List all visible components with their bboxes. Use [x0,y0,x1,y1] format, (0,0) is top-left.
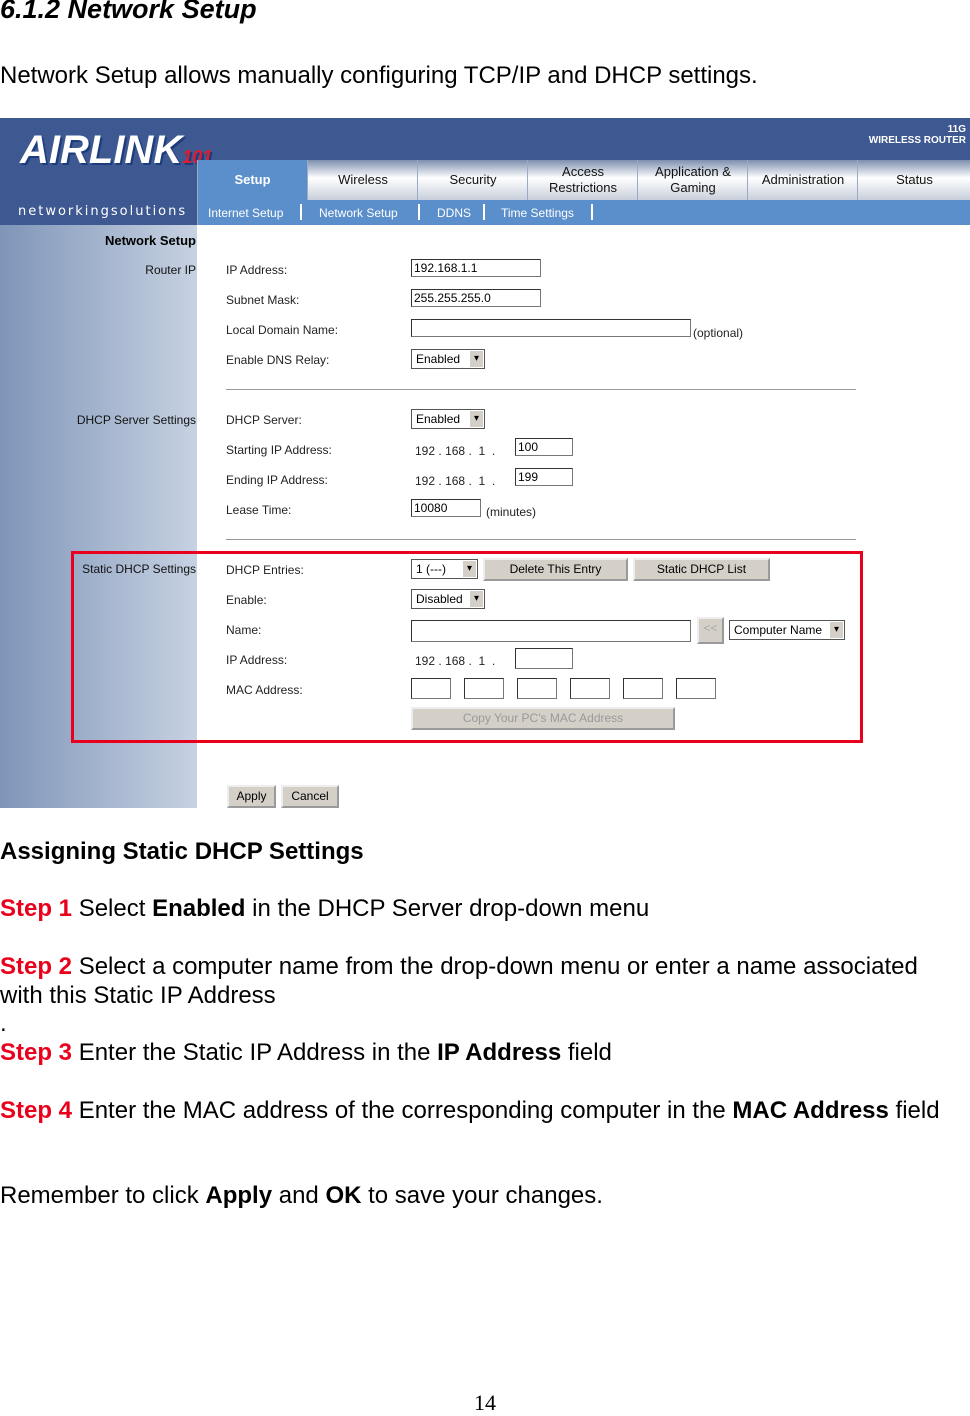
mac-octet-6[interactable] [676,678,716,699]
divider [300,204,302,220]
mac-octet-2[interactable] [464,678,504,699]
name-label: Name: [226,623,262,637]
stray-dot: . [0,1010,7,1037]
tab-access-restrictions[interactable]: Access Restrictions [527,160,638,200]
entries-label: DHCP Entries: [226,563,304,577]
enable-label: Enable: [226,593,267,607]
end-ip-input[interactable]: 199 [515,468,573,486]
remember-text: Remember to click Apply and OK to save y… [0,1182,603,1209]
divider [226,389,856,390]
subtab-ddns[interactable]: DDNS [437,206,471,220]
tagline: networkingsolutions [18,204,188,219]
end-ip-prefix: 192 . 168 . 1 . [415,474,496,488]
section-router-ip: Router IP [145,263,196,277]
section-dhcp-server: DHCP Server Settings [76,413,196,427]
divider [483,204,485,220]
start-ip-input[interactable]: 100 [515,438,573,456]
subtab-network-setup[interactable]: Network Setup [319,206,398,220]
step-3: Step 3 Enter the Static IP Address in th… [0,1039,612,1066]
airlink-logo: AIRLINK101 [20,128,213,172]
dhcp-entries-select[interactable]: 1 (---) [411,559,478,579]
dns-relay-label: Enable DNS Relay: [226,353,330,367]
tab-status[interactable]: Status [857,160,970,200]
intro-text: Network Setup allows manually configurin… [0,62,758,89]
mac-octet-4[interactable] [570,678,610,699]
step-2: Step 2 Select a computer name from the d… [0,953,918,1009]
mac-octet-1[interactable] [411,678,451,699]
static-ip-prefix: 192 . 168 . 1 . [415,654,496,668]
page-heading: 6.1.2 Network Setup [0,0,257,24]
divider [226,539,856,540]
start-ip-label: Starting IP Address: [226,443,332,457]
ip-label: IP Address: [226,263,288,277]
dns-relay-select[interactable]: Enabled [411,349,485,369]
end-ip-label: Ending IP Address: [226,473,328,487]
step-1: Step 1 Select Enabled in the DHCP Server… [0,895,650,922]
subnav-bar [197,200,970,225]
dhcp-server-select[interactable]: Enabled [411,409,485,429]
optional-note: (optional) [693,326,744,340]
section-title: Assigning Static DHCP Settings [0,838,364,865]
tab-application-gaming[interactable]: Application & Gaming [637,160,748,200]
copy-name-button[interactable]: << [697,617,724,644]
mac-label: MAC Address: [226,683,303,697]
tab-administration[interactable]: Administration [747,160,858,200]
section-page-title: Network Setup [104,233,196,248]
minutes-note: (minutes) [486,505,537,519]
step-4: Step 4 Enter the MAC address of the corr… [0,1097,940,1124]
mac-octet-3[interactable] [517,678,557,699]
computer-name-select[interactable]: Computer Name [729,620,845,640]
tab-wireless[interactable]: Wireless [307,160,418,200]
subtab-time-settings[interactable]: Time Settings [501,206,574,220]
dhcp-server-label: DHCP Server: [226,413,302,427]
copy-mac-button[interactable]: Copy Your PC's MAC Address [411,707,675,730]
mac-octet-5[interactable] [623,678,663,699]
enable-select[interactable]: Disabled [411,589,485,609]
static-ip-input[interactable] [515,648,573,669]
lease-label: Lease Time: [226,503,292,517]
subtab-internet-setup[interactable]: Internet Setup [208,206,283,220]
divider [418,204,420,220]
cancel-button[interactable]: Cancel [281,785,339,808]
tab-security[interactable]: Security [417,160,528,200]
delete-entry-button[interactable]: Delete This Entry [483,558,628,581]
subnet-mask-input[interactable]: 255.255.255.0 [411,289,541,307]
subnet-label: Subnet Mask: [226,293,300,307]
domain-name-input[interactable] [411,319,691,337]
start-ip-prefix: 192 . 168 . 1 . [415,444,496,458]
domain-label: Local Domain Name: [226,323,339,337]
ip-address-input[interactable]: 192.168.1.1 [411,259,541,277]
apply-button[interactable]: Apply [227,785,276,808]
router-screenshot: AIRLINK101 networkingsolutions 11G WIRELE… [0,118,970,808]
lease-time-input[interactable]: 10080 [411,499,481,517]
divider [591,204,593,220]
static-ip-label: IP Address: [226,653,288,667]
name-input[interactable] [411,620,691,642]
brand-logo: 11G WIRELESS ROUTER [868,124,966,146]
static-dhcp-list-button[interactable]: Static DHCP List [633,558,770,581]
page-number: 14 [474,1390,496,1415]
